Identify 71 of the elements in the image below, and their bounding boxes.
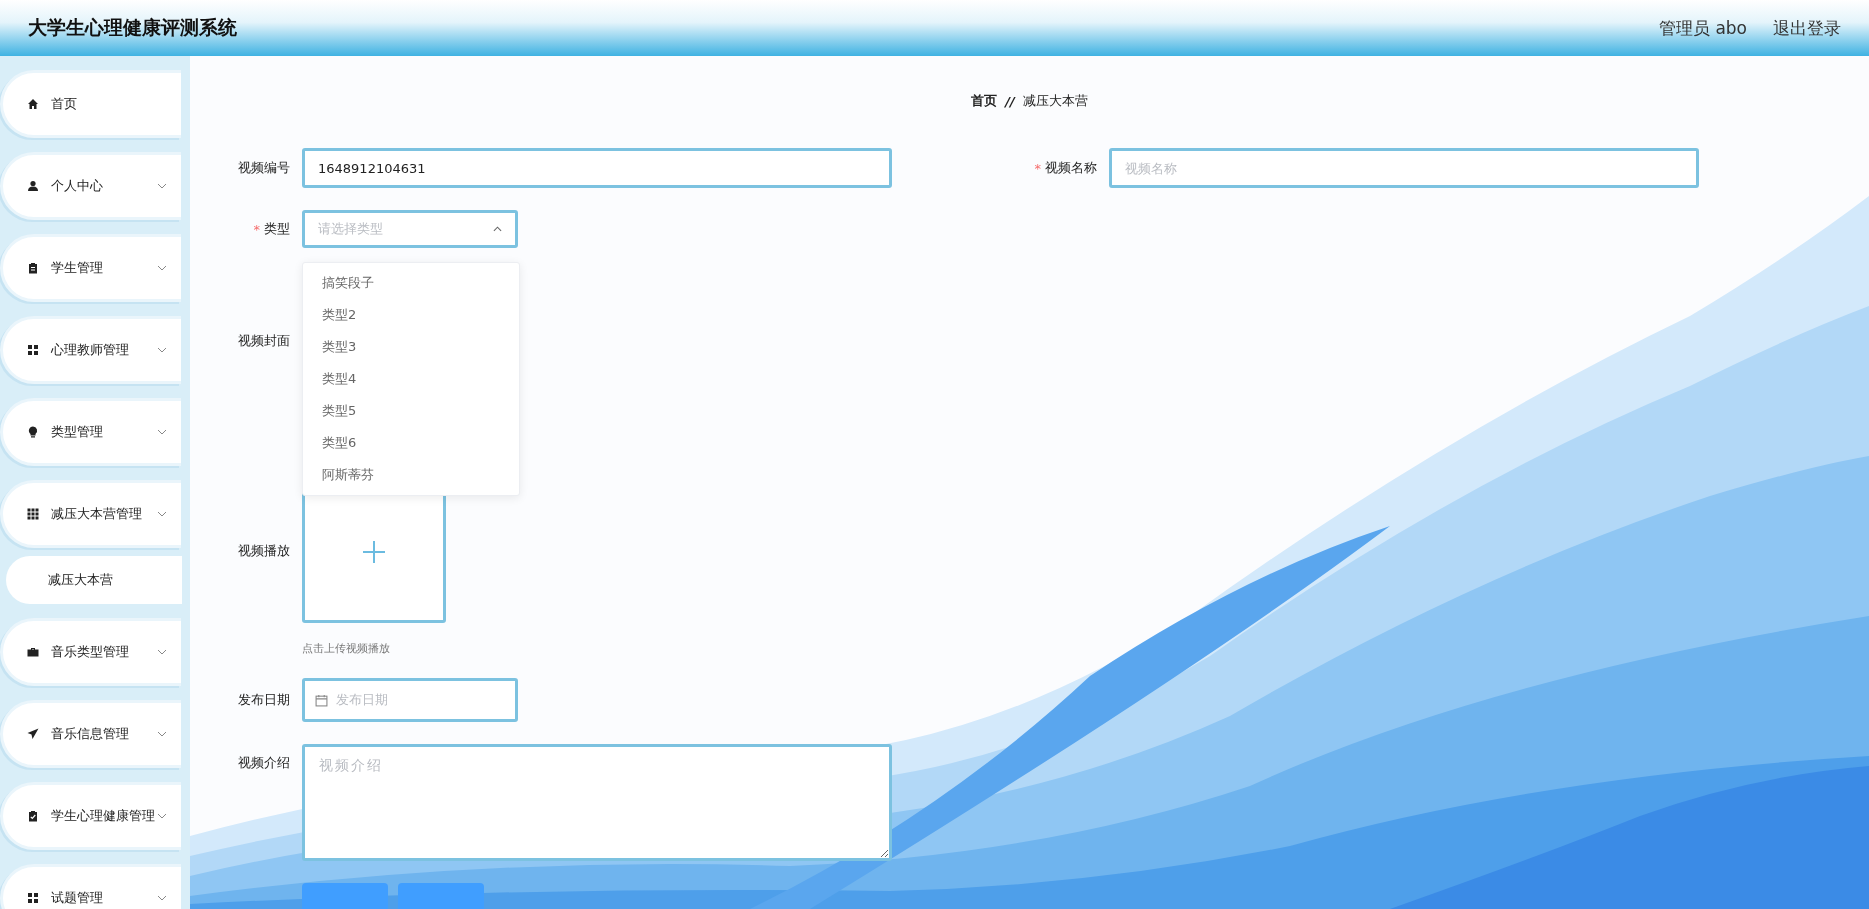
caret-icon <box>493 226 502 232</box>
paper-plane-icon <box>27 728 39 740</box>
calendar-icon <box>315 693 328 707</box>
menu-label: 音乐信息管理 <box>51 725 129 743</box>
upload-hint: 点击上传视频播放 <box>302 641 391 656</box>
menu-item[interactable]: 个人中心 <box>0 152 181 220</box>
grid-icon <box>27 344 39 356</box>
field-label: 视频名称 <box>1045 159 1097 177</box>
required-mark: * <box>253 221 260 237</box>
chevron-icon <box>157 511 167 517</box>
menu-label: 首页 <box>51 95 77 113</box>
dropdown-option[interactable]: 类型2 <box>303 299 519 331</box>
field-label: 视频播放 <box>238 542 290 560</box>
menu-item[interactable]: 学生心理健康管理 <box>0 782 181 850</box>
chevron-icon <box>157 731 167 737</box>
dropdown-option[interactable]: 类型6 <box>303 427 519 459</box>
select-placeholder: 请选择类型 <box>318 220 383 238</box>
menu-label: 个人中心 <box>51 177 103 195</box>
grid-icon <box>27 892 39 904</box>
menu-label: 学生管理 <box>51 259 103 277</box>
field-label: 视频介绍 <box>238 754 290 772</box>
dropdown-option[interactable]: 阿斯蒂芬 <box>303 459 519 491</box>
logout-link[interactable]: 退出登录 <box>1773 16 1841 40</box>
dropdown-option[interactable]: 类型4 <box>303 363 519 395</box>
menu-label: 减压大本营管理 <box>51 505 142 523</box>
menu-label: 音乐类型管理 <box>51 643 129 661</box>
menu-item[interactable]: 心理教师管理 <box>0 316 181 384</box>
clipboard-check-icon <box>27 810 39 822</box>
menu-item[interactable]: 学生管理 <box>0 234 181 302</box>
chevron-icon <box>157 183 167 189</box>
chevron-icon <box>157 429 167 435</box>
grid-icon <box>27 508 39 520</box>
textarea-field[interactable]: 视频介绍 <box>302 744 892 861</box>
submenu-item[interactable]: 减压大本营 <box>6 556 182 604</box>
user-name: 管理员 abo <box>1659 16 1747 40</box>
menu-label: 类型管理 <box>51 423 103 441</box>
menu-item[interactable]: 首页 <box>0 70 181 138</box>
dropdown-option[interactable]: 类型3 <box>303 331 519 363</box>
field-label: 发布日期 <box>238 691 290 709</box>
menu-item[interactable]: 试题管理 <box>0 864 181 909</box>
menu-label: 心理教师管理 <box>51 341 129 359</box>
field-label: 视频编号 <box>238 159 290 177</box>
required-mark: * <box>1034 160 1041 176</box>
dropdown-option[interactable]: 搞笑段子 <box>303 267 519 299</box>
breadcrumb-link[interactable]: 首页 <box>971 92 998 110</box>
clipboard-icon <box>27 262 39 274</box>
briefcase-icon <box>27 646 39 658</box>
user-icon <box>27 180 39 192</box>
dropdown-option[interactable]: 类型5 <box>303 395 519 427</box>
menu-item[interactable]: 音乐信息管理 <box>0 700 181 768</box>
chevron-icon <box>157 813 167 819</box>
plus-icon <box>362 539 386 564</box>
chevron-icon <box>157 347 167 353</box>
breadcrumb-separator: // <box>1005 93 1015 109</box>
field-label: 视频封面 <box>238 332 290 350</box>
text-field[interactable]: 视频名称 <box>1109 148 1699 188</box>
breadcrumb-link[interactable]: 减压大本营 <box>1022 92 1088 110</box>
chevron-icon <box>157 895 167 901</box>
menu-label: 试题管理 <box>51 889 103 907</box>
date-placeholder: 发布日期 <box>336 691 388 709</box>
chevron-icon <box>157 265 167 271</box>
menu-item[interactable]: 类型管理 <box>0 398 181 466</box>
menu-item[interactable]: 音乐类型管理 <box>0 618 181 686</box>
chevron-icon <box>157 649 167 655</box>
home-icon <box>27 98 39 110</box>
menu-item[interactable]: 减压大本营管理 <box>0 480 181 548</box>
app-title: 大学生心理健康评测系统 <box>28 15 237 40</box>
lightbulb-icon <box>27 426 39 438</box>
field-label: 类型 <box>264 220 290 238</box>
text-field[interactable]: 1648912104631 <box>302 148 892 188</box>
menu-label: 学生心理健康管理 <box>51 807 155 825</box>
